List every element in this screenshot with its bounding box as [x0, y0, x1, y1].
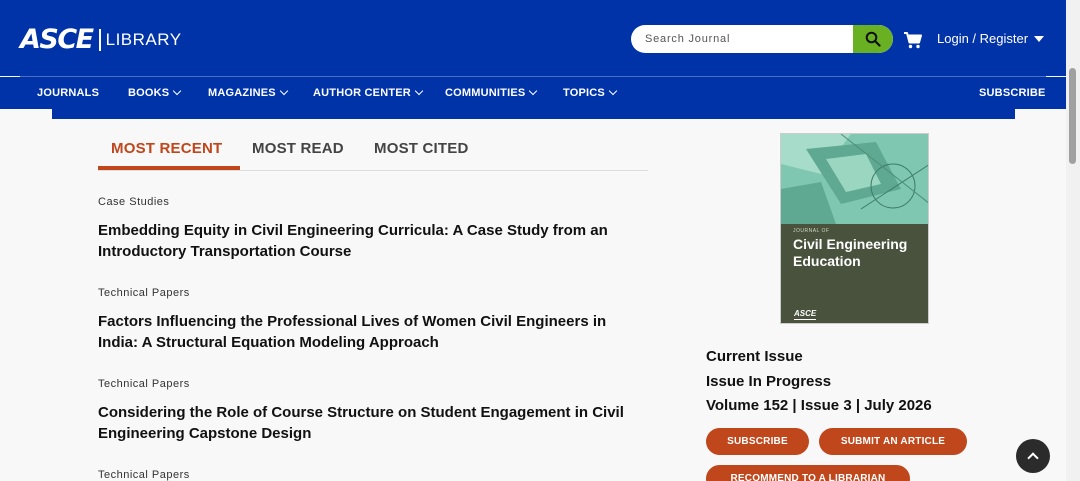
chevron-down-icon: [279, 86, 289, 96]
nav-label: TOPICS: [563, 87, 605, 99]
nav-item-magazines[interactable]: MAGAZINES: [208, 86, 289, 99]
article-type: Case Studies: [98, 196, 170, 208]
login-register-label: Login / Register: [937, 31, 1029, 46]
nav-label: MAGAZINES: [208, 87, 276, 99]
logo-mark: ASCE: [20, 24, 94, 55]
page: ASCE LIBRARY Login / Register: [0, 0, 1080, 481]
article-title-link[interactable]: Embedding Equity in Civil Engineering Cu…: [98, 220, 643, 262]
cover-artwork: [781, 134, 928, 224]
scrollbar[interactable]: [1066, 0, 1080, 481]
site-header: ASCE LIBRARY Login / Register: [0, 0, 1066, 76]
volume-info: Volume 152 | Issue 3 | July 2026: [706, 397, 932, 414]
search-button[interactable]: [853, 25, 893, 53]
article-title-link[interactable]: Factors Influencing the Professional Liv…: [98, 311, 643, 353]
article-type: Technical Papers: [98, 469, 190, 481]
issue-in-progress-link[interactable]: Issue In Progress: [706, 373, 831, 390]
nav-label: COMMUNITIES: [445, 87, 526, 99]
tab-most-read[interactable]: MOST READ: [252, 140, 344, 157]
nav-item-books[interactable]: BOOKS: [128, 86, 182, 99]
journal-cover[interactable]: JOURNAL OF Civil Engineering Education A…: [780, 133, 929, 324]
recommend-librarian-button[interactable]: RECOMMEND TO A LIBRARIAN: [706, 465, 910, 481]
logo-library-text: LIBRARY: [105, 30, 182, 49]
article-type: Technical Papers: [98, 378, 190, 390]
nav-item-author-center[interactable]: AUTHOR CENTER: [313, 86, 424, 99]
search-input[interactable]: [631, 25, 853, 53]
nav-label: AUTHOR CENTER: [313, 87, 411, 99]
chevron-down-icon: [173, 86, 182, 96]
article-tabs: MOST RECENT MOST READ MOST CITED: [98, 140, 648, 171]
cover-asce-logo: ASCE: [794, 309, 817, 318]
nav-subscribe-link[interactable]: SUBSCRIBE: [979, 87, 1046, 99]
cover-journal-of: JOURNAL OF: [793, 228, 830, 234]
asce-library-logo[interactable]: ASCE LIBRARY: [20, 25, 182, 55]
current-issue-link[interactable]: Current Issue: [706, 348, 803, 365]
nav-item-journals[interactable]: JOURNALS: [37, 87, 99, 99]
nav-label: BOOKS: [128, 87, 170, 99]
nav-item-communities[interactable]: COMMUNITIES: [445, 86, 538, 99]
nav-label: JOURNALS: [37, 87, 100, 99]
caret-down-icon: [1034, 35, 1045, 42]
login-register-link[interactable]: Login / Register: [937, 31, 1045, 46]
tab-most-cited[interactable]: MOST CITED: [374, 140, 469, 157]
subscribe-button[interactable]: SUBSCRIBE: [706, 428, 809, 455]
chevron-down-icon: [414, 86, 424, 96]
tab-most-recent[interactable]: MOST RECENT: [111, 140, 222, 157]
chevron-down-icon: [529, 86, 538, 96]
cover-title: Civil Engineering Education: [793, 236, 908, 269]
nav-bottom-strip: [52, 109, 1015, 119]
nav-label: SUBSCRIBE: [979, 87, 1046, 99]
chevron-down-icon: [608, 86, 618, 96]
article-title-link[interactable]: Considering the Role of Course Structure…: [98, 402, 643, 444]
nav-item-topics[interactable]: TOPICS: [563, 86, 618, 99]
active-tab-indicator: [98, 166, 240, 170]
main-nav: JOURNALS BOOKS MAGAZINES AUTHOR CENTER C…: [0, 77, 1066, 109]
search-box: [631, 25, 893, 53]
back-to-top-button[interactable]: [1016, 439, 1050, 473]
submit-article-button[interactable]: SUBMIT AN ARTICLE: [819, 428, 967, 455]
chevron-up-icon: [1027, 452, 1039, 464]
cart-icon[interactable]: [903, 30, 923, 50]
article-type: Technical Papers: [98, 287, 190, 299]
search-icon: [865, 31, 881, 47]
scrollbar-thumb[interactable]: [1069, 68, 1076, 164]
logo-separator: [98, 29, 101, 51]
cover-logo-line: [794, 319, 816, 320]
